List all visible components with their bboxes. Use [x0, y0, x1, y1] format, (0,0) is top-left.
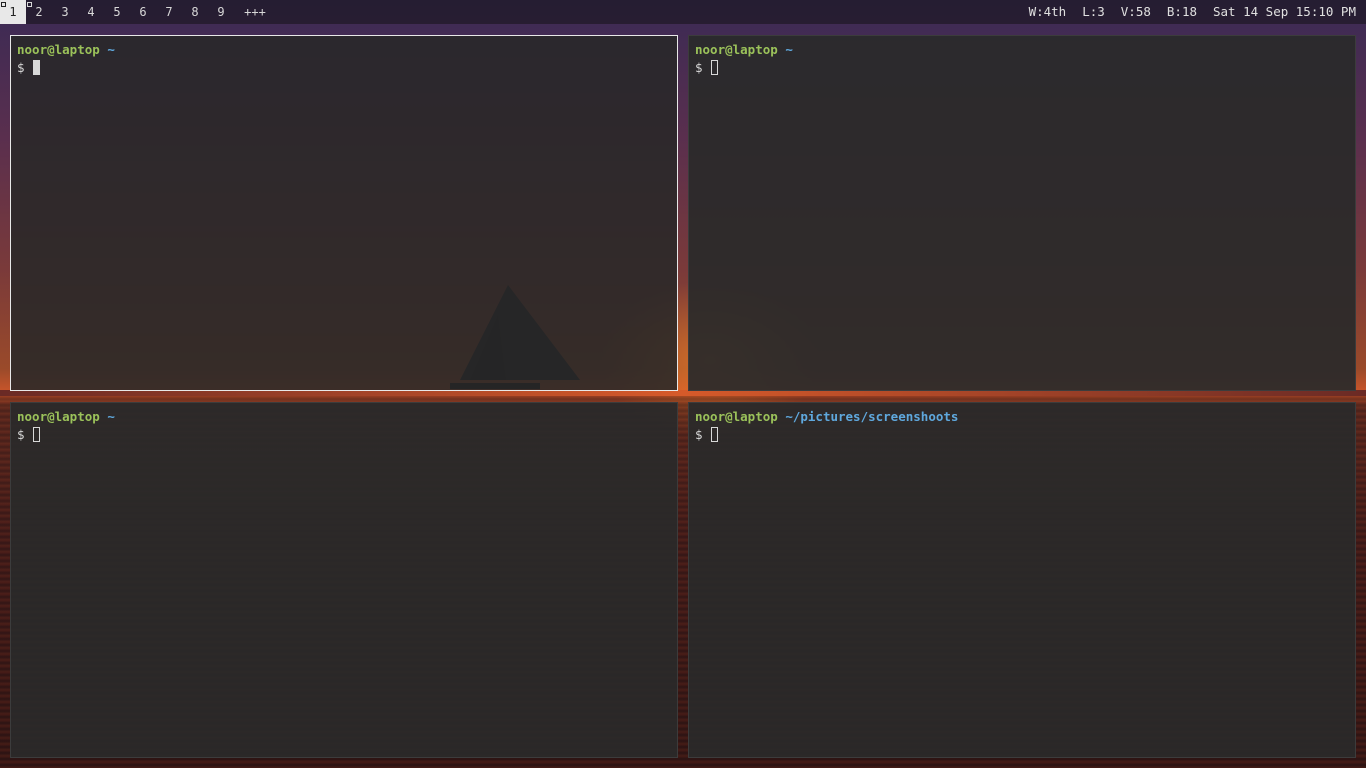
status-area: W:4th L:3 V:58 B:18 Sat 14 Sep 15:10 PM	[1013, 0, 1356, 24]
text-cursor	[711, 60, 719, 75]
user-host: noor@laptop	[695, 409, 778, 424]
workspace-indicator: W:4th	[1028, 4, 1067, 19]
working-directory: ~	[107, 42, 115, 57]
layout-indicator: L:3	[1082, 4, 1105, 19]
workspace-4[interactable]: 4	[78, 0, 104, 24]
terminal-window-bottom-right[interactable]: noor@laptop ~/pictures/screenshoots $	[688, 402, 1356, 758]
working-directory: ~/pictures/screenshoots	[785, 409, 959, 424]
workspace-2[interactable]: 2	[26, 0, 52, 24]
user-host: noor@laptop	[17, 42, 100, 57]
prompt-symbol: $	[695, 60, 703, 75]
prompt-header: noor@laptop ~	[17, 41, 671, 59]
text-cursor	[33, 427, 41, 442]
occupied-marker-icon	[1, 2, 6, 7]
workspace-3[interactable]: 3	[52, 0, 78, 24]
prompt-symbol: $	[695, 427, 703, 442]
clock: Sat 14 Sep 15:10 PM	[1213, 4, 1356, 19]
working-directory: ~	[785, 42, 793, 57]
workspace-5[interactable]: 5	[104, 0, 130, 24]
prompt-header: noor@laptop ~/pictures/screenshoots	[695, 408, 1349, 426]
workspace-6[interactable]: 6	[130, 0, 156, 24]
command-line[interactable]: $	[695, 59, 1349, 77]
command-line[interactable]: $	[695, 426, 1349, 444]
text-cursor	[33, 60, 41, 75]
workspace-9[interactable]: 9	[208, 0, 234, 24]
prompt-header: noor@laptop ~	[17, 408, 671, 426]
volume-indicator: V:58	[1120, 4, 1151, 19]
workspace-7[interactable]: 7	[156, 0, 182, 24]
text-cursor	[711, 427, 719, 442]
brightness-indicator: B:18	[1166, 4, 1197, 19]
user-host: noor@laptop	[695, 42, 778, 57]
prompt-symbol: $	[17, 427, 25, 442]
terminal-window-bottom-left[interactable]: noor@laptop ~ $	[10, 402, 678, 758]
workspace-more[interactable]: +++	[238, 0, 272, 24]
workspace-8[interactable]: 8	[182, 0, 208, 24]
terminal-window-top-left[interactable]: noor@laptop ~ $	[10, 35, 678, 391]
prompt-header: noor@laptop ~	[695, 41, 1349, 59]
command-line[interactable]: $	[17, 426, 671, 444]
prompt-symbol: $	[17, 60, 25, 75]
top-status-bar: 1 2 3 4 5 6 7 8 9 +++ W:4th L:3 V:58 B:18 Sa…	[0, 0, 1366, 24]
terminal-window-top-right[interactable]: noor@laptop ~ $	[688, 35, 1356, 391]
workspace-1[interactable]: 1	[0, 0, 26, 24]
working-directory: ~	[107, 409, 115, 424]
user-host: noor@laptop	[17, 409, 100, 424]
command-line[interactable]: $	[17, 59, 671, 77]
occupied-marker-icon	[27, 2, 32, 7]
